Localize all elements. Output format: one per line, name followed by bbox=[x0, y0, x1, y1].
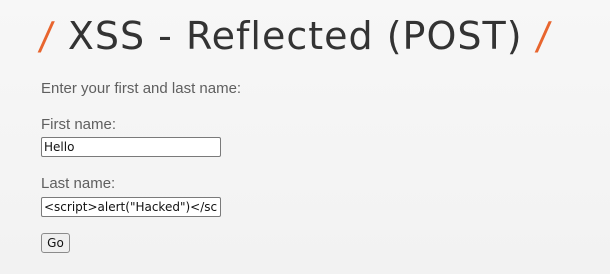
title-slash-right: / bbox=[533, 14, 554, 58]
page: / XSS - Reflected (POST) / Enter your fi… bbox=[0, 0, 610, 274]
title-slash-left: / bbox=[36, 14, 57, 58]
first-name-input[interactable] bbox=[41, 137, 221, 157]
title-text: XSS - Reflected (POST) bbox=[67, 14, 523, 58]
last-name-label: Last name: bbox=[41, 175, 116, 192]
go-button[interactable]: Go bbox=[41, 233, 70, 253]
first-name-label: First name: bbox=[41, 116, 117, 133]
page-title: / XSS - Reflected (POST) / bbox=[36, 8, 554, 64]
last-name-input[interactable] bbox=[41, 197, 221, 217]
form-intro: Enter your first and last name: bbox=[41, 80, 242, 97]
